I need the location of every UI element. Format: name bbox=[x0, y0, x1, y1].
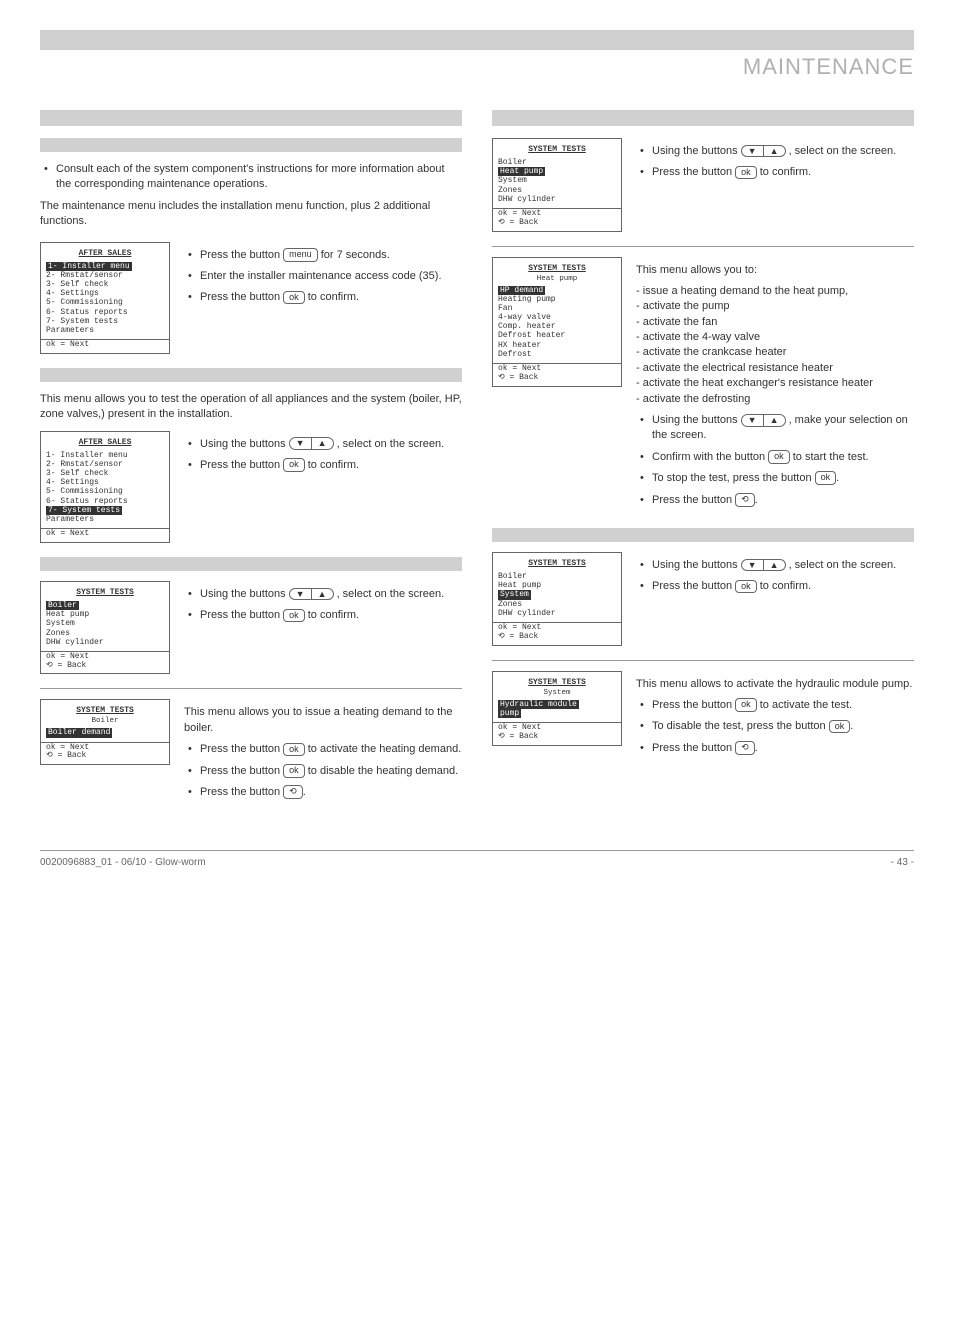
block-sys-sub: SYSTEM TESTSSystemHydraulic modulepumpok… bbox=[492, 671, 914, 763]
lcd-st-boiler: SYSTEM TESTSBoilerHeat pumpSystemZonesDH… bbox=[40, 581, 170, 675]
intro-note: Consult each of the system component's i… bbox=[40, 162, 462, 193]
block-after-sales-1: AFTER SALES1- Installer menu2- Rmstat/se… bbox=[40, 242, 462, 354]
arrow-buttons-icon: ▼▲ bbox=[289, 437, 334, 450]
block-st-system-sel: SYSTEM TESTSBoilerHeat pumpSystemZonesDH… bbox=[492, 552, 914, 646]
sub-head bbox=[40, 557, 462, 571]
ok-button-icon: ok bbox=[735, 698, 757, 712]
block-boiler-demand: SYSTEM TESTSBoilerBoiler demandok = Next… bbox=[40, 699, 462, 806]
lcd-st-hp: SYSTEM TESTSBoilerHeat pumpSystemZonesDH… bbox=[492, 138, 622, 232]
content-columns: Consult each of the system component's i… bbox=[40, 110, 914, 820]
back-button-icon: ⟲ bbox=[283, 785, 303, 799]
menu-button-icon: menu bbox=[283, 248, 318, 262]
ok-button-icon: ok bbox=[735, 166, 757, 180]
arrow-buttons-icon: ▼▲ bbox=[289, 588, 334, 601]
ok-button-icon: ok bbox=[283, 609, 305, 623]
block-st-hp-sel: SYSTEM TESTSBoilerHeat pumpSystemZonesDH… bbox=[492, 138, 914, 232]
ok-button-icon: ok bbox=[283, 291, 305, 305]
page-title: MAINTENANCE bbox=[40, 54, 914, 80]
sub-head bbox=[492, 528, 914, 542]
ok-button-icon: ok bbox=[735, 580, 757, 594]
block-st-boiler-sel: SYSTEM TESTSBoilerHeat pumpSystemZonesDH… bbox=[40, 581, 462, 675]
ok-button-icon: ok bbox=[829, 720, 851, 734]
divider bbox=[40, 688, 462, 689]
left-column: Consult each of the system component's i… bbox=[40, 110, 462, 820]
sub-head bbox=[40, 138, 462, 152]
ok-button-icon: ok bbox=[768, 450, 790, 464]
section-head bbox=[40, 110, 462, 126]
section-head bbox=[492, 110, 914, 126]
lcd-boiler-demand: SYSTEM TESTSBoilerBoiler demandok = Next… bbox=[40, 699, 170, 765]
divider bbox=[492, 660, 914, 661]
footer-left: 0020096883_01 - 06/10 - Glow-worm bbox=[40, 857, 206, 868]
block-after-sales-2: AFTER SALES1- Installer menu2- Rmstat/se… bbox=[40, 431, 462, 543]
ok-button-icon: ok bbox=[283, 743, 305, 757]
arrow-buttons-icon: ▼▲ bbox=[741, 559, 786, 572]
page-footer: 0020096883_01 - 06/10 - Glow-worm - 43 - bbox=[40, 850, 914, 868]
intro-note-text: Consult each of the system component's i… bbox=[40, 162, 462, 193]
arrow-buttons-icon: ▼▲ bbox=[741, 414, 786, 427]
right-column: SYSTEM TESTSBoilerHeat pumpSystemZonesDH… bbox=[492, 110, 914, 820]
lcd-after-sales-2: AFTER SALES1- Installer menu2- Rmstat/se… bbox=[40, 431, 170, 543]
system-sub-intro: This menu allows to activate the hydraul… bbox=[636, 677, 914, 692]
hp-menu-lines: - issue a heating demand to the heat pum… bbox=[636, 284, 914, 407]
hp-menu-intro: This menu allows you to: bbox=[636, 263, 914, 278]
lcd-sys-sub: SYSTEM TESTSSystemHydraulic modulepumpok… bbox=[492, 671, 622, 746]
boiler-demand-intro: This menu allows you to issue a heating … bbox=[184, 705, 462, 736]
block-hp-sub: SYSTEM TESTSHeat pumpHP demandHeating pu… bbox=[492, 257, 914, 514]
ok-button-icon: ok bbox=[283, 458, 305, 472]
tests-desc: This menu allows you to test the operati… bbox=[40, 392, 462, 423]
ok-button-icon: ok bbox=[283, 764, 305, 778]
after-sales-instructions: Press the button menu for 7 seconds. Ent… bbox=[184, 248, 462, 306]
divider bbox=[492, 246, 914, 247]
intro-desc: The maintenance menu includes the instal… bbox=[40, 199, 462, 230]
footer-right: - 43 - bbox=[891, 857, 914, 868]
back-button-icon: ⟲ bbox=[735, 493, 755, 507]
lcd-st-system: SYSTEM TESTSBoilerHeat pumpSystemZonesDH… bbox=[492, 552, 622, 646]
ok-button-icon: ok bbox=[815, 471, 837, 485]
lcd-hp-sub: SYSTEM TESTSHeat pumpHP demandHeating pu… bbox=[492, 257, 622, 387]
header-bar bbox=[40, 30, 914, 50]
back-button-icon: ⟲ bbox=[735, 741, 755, 755]
arrow-buttons-icon: ▼▲ bbox=[741, 145, 786, 158]
lcd-after-sales-1: AFTER SALES1- Installer menu2- Rmstat/se… bbox=[40, 242, 170, 354]
sub-head bbox=[40, 368, 462, 382]
